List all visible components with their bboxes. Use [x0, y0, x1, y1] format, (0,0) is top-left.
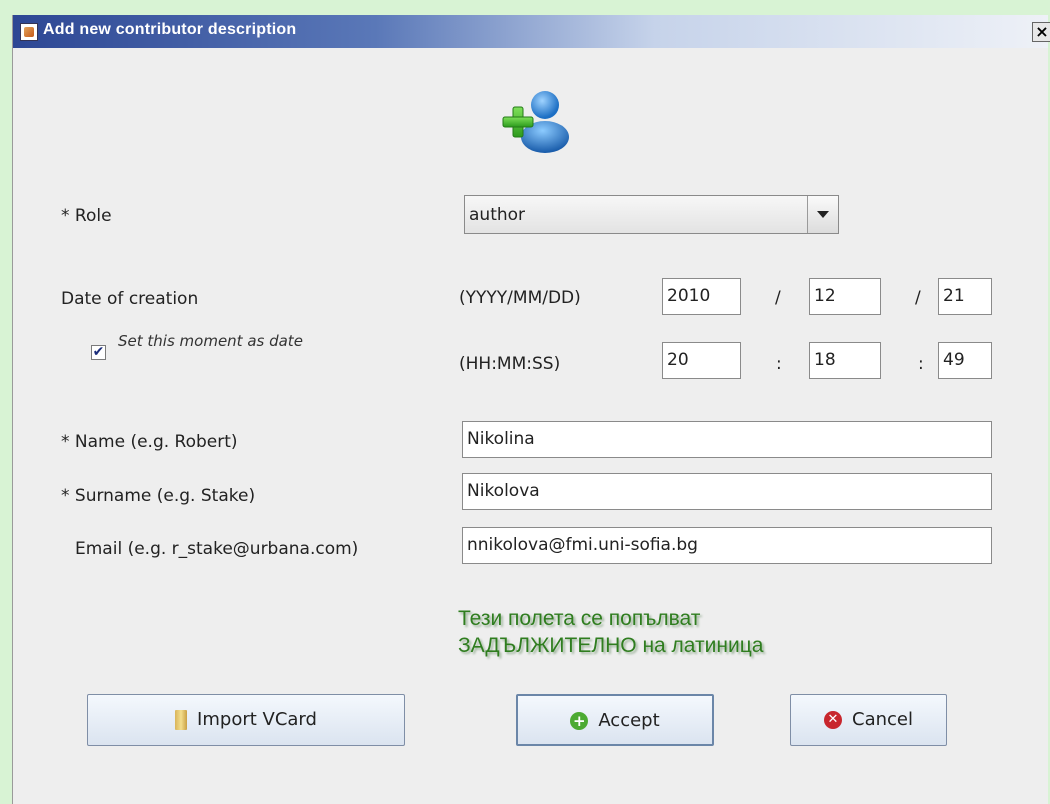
- note-line-2: ЗАДЪЛЖИТЕЛНО на латиница: [458, 634, 764, 657]
- chevron-down-icon[interactable]: [807, 196, 838, 233]
- name-input[interactable]: Nikolina: [462, 421, 992, 458]
- month-field[interactable]: 12: [809, 278, 881, 315]
- time-separator-1: :: [776, 354, 782, 374]
- cancel-label: Cancel: [852, 709, 913, 730]
- time-format-label: (HH:MM:SS): [459, 354, 561, 374]
- role-selected-value: author: [469, 205, 526, 225]
- set-moment-checkbox[interactable]: ✔: [91, 345, 106, 360]
- surname-label: * Surname (e.g. Stake): [61, 486, 256, 506]
- dialog-window: Add new contributor description × * Role…: [12, 15, 1050, 804]
- name-label: * Name (e.g. Robert): [61, 432, 238, 452]
- accept-label: Accept: [598, 710, 660, 731]
- accept-button[interactable]: + Accept: [516, 694, 714, 746]
- surname-input[interactable]: Nikolova: [462, 473, 992, 510]
- latin-required-note: Тези полета се попълват ЗАДЪЛЖИТЕЛНО на …: [458, 605, 763, 659]
- add-user-icon: [502, 91, 569, 153]
- date-separator-2: /: [915, 288, 921, 308]
- day-field[interactable]: 21: [938, 278, 992, 315]
- import-vcard-label: Import VCard: [197, 709, 317, 730]
- java-app-icon: [20, 23, 38, 41]
- window-title: Add new contributor description: [43, 21, 297, 38]
- hour-field[interactable]: 20: [662, 342, 741, 379]
- year-field[interactable]: 2010: [662, 278, 741, 315]
- set-moment-label: Set this moment as date: [118, 332, 303, 350]
- title-bar[interactable]: Add new contributor description ×: [13, 15, 1050, 48]
- email-label: Email (e.g. r_stake@urbana.com): [75, 539, 359, 559]
- email-input[interactable]: nnikolova@fmi.uni-sofia.bg: [462, 527, 992, 564]
- cancel-circle-icon: ✕: [824, 711, 842, 729]
- import-vcard-button[interactable]: Import VCard: [87, 694, 405, 746]
- time-separator-2: :: [918, 354, 924, 374]
- plus-circle-icon: +: [570, 712, 589, 730]
- note-line-1: Тези полета се попълват: [458, 607, 701, 630]
- date-format-label: (YYYY/MM/DD): [459, 288, 581, 308]
- date-separator-1: /: [775, 288, 781, 308]
- minute-field[interactable]: 18: [809, 342, 881, 379]
- second-field[interactable]: 49: [938, 342, 992, 379]
- role-select[interactable]: author: [464, 195, 839, 234]
- close-button[interactable]: ×: [1032, 22, 1050, 42]
- cancel-button[interactable]: ✕ Cancel: [790, 694, 947, 746]
- folder-icon: [175, 710, 188, 730]
- role-label: * Role: [61, 206, 112, 226]
- date-of-creation-label: Date of creation: [61, 289, 199, 309]
